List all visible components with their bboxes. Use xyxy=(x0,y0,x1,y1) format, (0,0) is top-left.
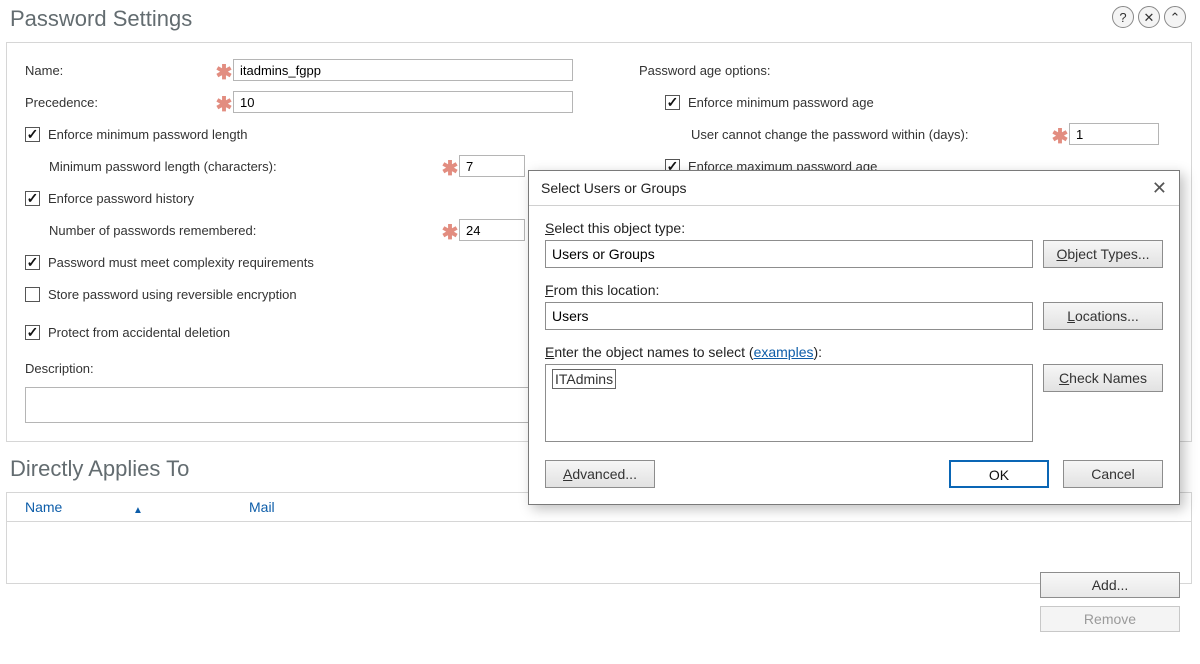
location-input[interactable] xyxy=(545,302,1033,330)
history-count-input[interactable] xyxy=(459,219,525,241)
enforce-history-checkbox[interactable] xyxy=(25,191,40,206)
description-input[interactable] xyxy=(25,387,589,423)
sort-asc-icon: ▲ xyxy=(133,505,143,516)
column-name-label: Name xyxy=(25,499,62,515)
precedence-input[interactable] xyxy=(233,91,573,113)
applies-to-group: Name ▲ Mail xyxy=(6,492,1192,584)
object-names-input[interactable]: ITAdmins xyxy=(545,364,1033,442)
collapse-icon[interactable]: ⌃ xyxy=(1164,6,1186,28)
dialog-title: Select Users or Groups xyxy=(541,180,687,196)
object-names-value: ITAdmins xyxy=(552,369,616,389)
precedence-label: Precedence: xyxy=(25,95,215,110)
complexity-checkbox[interactable] xyxy=(25,255,40,270)
protect-label: Protect from accidental deletion xyxy=(48,325,230,340)
protect-checkbox[interactable] xyxy=(25,325,40,340)
min-age-days-label: User cannot change the password within (… xyxy=(691,127,1051,142)
name-label: Name: xyxy=(25,63,215,78)
column-name[interactable]: Name ▲ xyxy=(7,499,245,515)
advanced-button[interactable]: Advanced... xyxy=(545,460,655,488)
complexity-label: Password must meet complexity requiremen… xyxy=(48,255,314,270)
select-users-dialog: Select Users or Groups ✕ Select this obj… xyxy=(528,170,1180,505)
object-names-label: Enter the object names to select (exampl… xyxy=(545,344,822,360)
age-options-label: Password age options: xyxy=(639,63,771,78)
enforce-min-age-checkbox[interactable] xyxy=(665,95,680,110)
dialog-close-icon[interactable]: ✕ xyxy=(1152,179,1167,197)
enforce-history-label: Enforce password history xyxy=(48,191,194,206)
required-icon: ✱ xyxy=(215,62,233,78)
check-names-button[interactable]: Check Names xyxy=(1043,364,1163,392)
min-length-label: Minimum password length (characters): xyxy=(49,159,441,174)
required-icon: ✱ xyxy=(441,222,459,238)
location-label: From this location: xyxy=(545,282,659,298)
reversible-label: Store password using reversible encrypti… xyxy=(48,287,297,302)
enforce-min-age-label: Enforce minimum password age xyxy=(688,95,874,110)
required-icon: ✱ xyxy=(441,158,459,174)
min-age-days-input[interactable] xyxy=(1069,123,1159,145)
description-label: Description: xyxy=(25,361,94,376)
reversible-checkbox[interactable] xyxy=(25,287,40,302)
column-mail-label: Mail xyxy=(249,499,275,515)
remove-button[interactable]: Remove xyxy=(1040,606,1180,632)
object-type-input[interactable] xyxy=(545,240,1033,268)
locations-button[interactable]: Locations... xyxy=(1043,302,1163,330)
required-icon: ✱ xyxy=(1051,126,1069,142)
close-icon[interactable]: ✕ xyxy=(1138,6,1160,28)
page-title: Password Settings xyxy=(10,6,1192,32)
min-length-input[interactable] xyxy=(459,155,525,177)
object-types-button[interactable]: Object Types... xyxy=(1043,240,1163,268)
ok-button[interactable]: OK xyxy=(949,460,1049,488)
examples-link[interactable]: examples xyxy=(754,344,814,360)
enforce-min-length-checkbox[interactable] xyxy=(25,127,40,142)
add-button[interactable]: Add... xyxy=(1040,572,1180,598)
header-action-icons: ? ✕ ⌃ xyxy=(1112,6,1186,28)
name-input[interactable] xyxy=(233,59,573,81)
required-icon: ✱ xyxy=(215,94,233,110)
cancel-button[interactable]: Cancel xyxy=(1063,460,1163,488)
enforce-min-length-label: Enforce minimum password length xyxy=(48,127,247,142)
help-icon[interactable]: ? xyxy=(1112,6,1134,28)
object-type-label: Select this object type: xyxy=(545,220,685,236)
history-count-label: Number of passwords remembered: xyxy=(49,223,441,238)
